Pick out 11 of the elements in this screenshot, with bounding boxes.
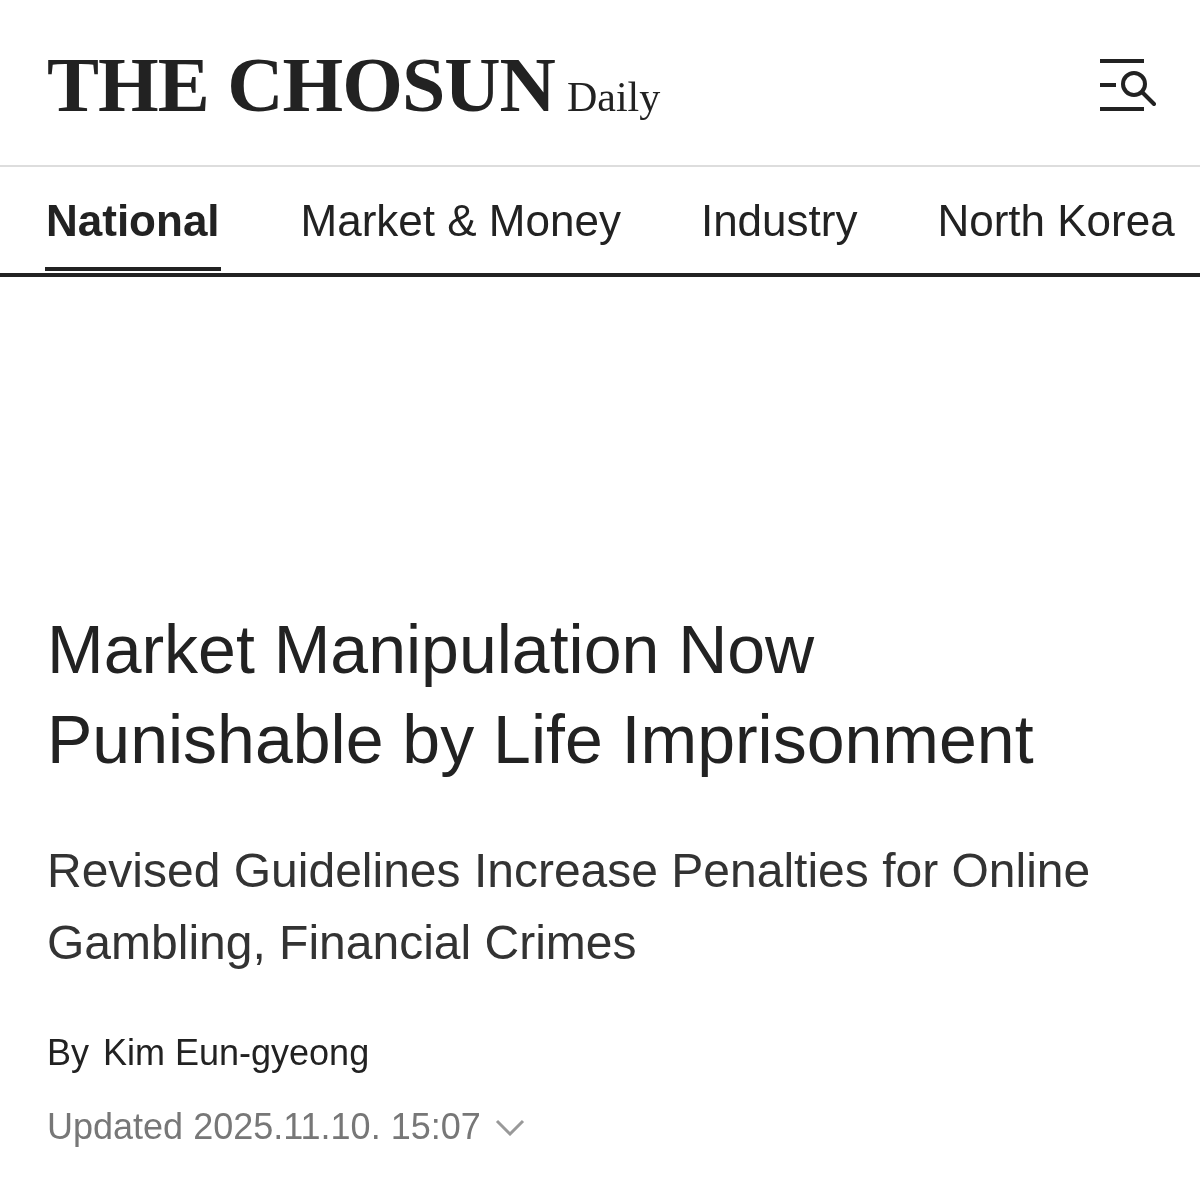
category-tab[interactable]: National bbox=[45, 199, 221, 271]
category-tab[interactable]: Industry bbox=[700, 199, 858, 271]
site-logo[interactable]: THE CHOSUN Daily bbox=[47, 45, 661, 124]
updated-date-toggle[interactable]: Updated 2025.11.10. 15:07 bbox=[47, 1103, 525, 1151]
author-link[interactable]: Kim Eun-gyeong bbox=[103, 1029, 370, 1077]
byline-label: By bbox=[47, 1031, 89, 1075]
article-headline: Market Manipulation Now Punishable by Life Imprisonment bbox=[47, 610, 1035, 779]
menu-search-icon[interactable] bbox=[1098, 58, 1156, 111]
article-subheadline: Revised Guidelines Increase Penalties for Online Gambling, Financial Crimes bbox=[47, 843, 1092, 971]
category-tab[interactable]: Market & Money bbox=[300, 199, 621, 271]
category-tab[interactable]: North Korea bbox=[937, 199, 1175, 271]
